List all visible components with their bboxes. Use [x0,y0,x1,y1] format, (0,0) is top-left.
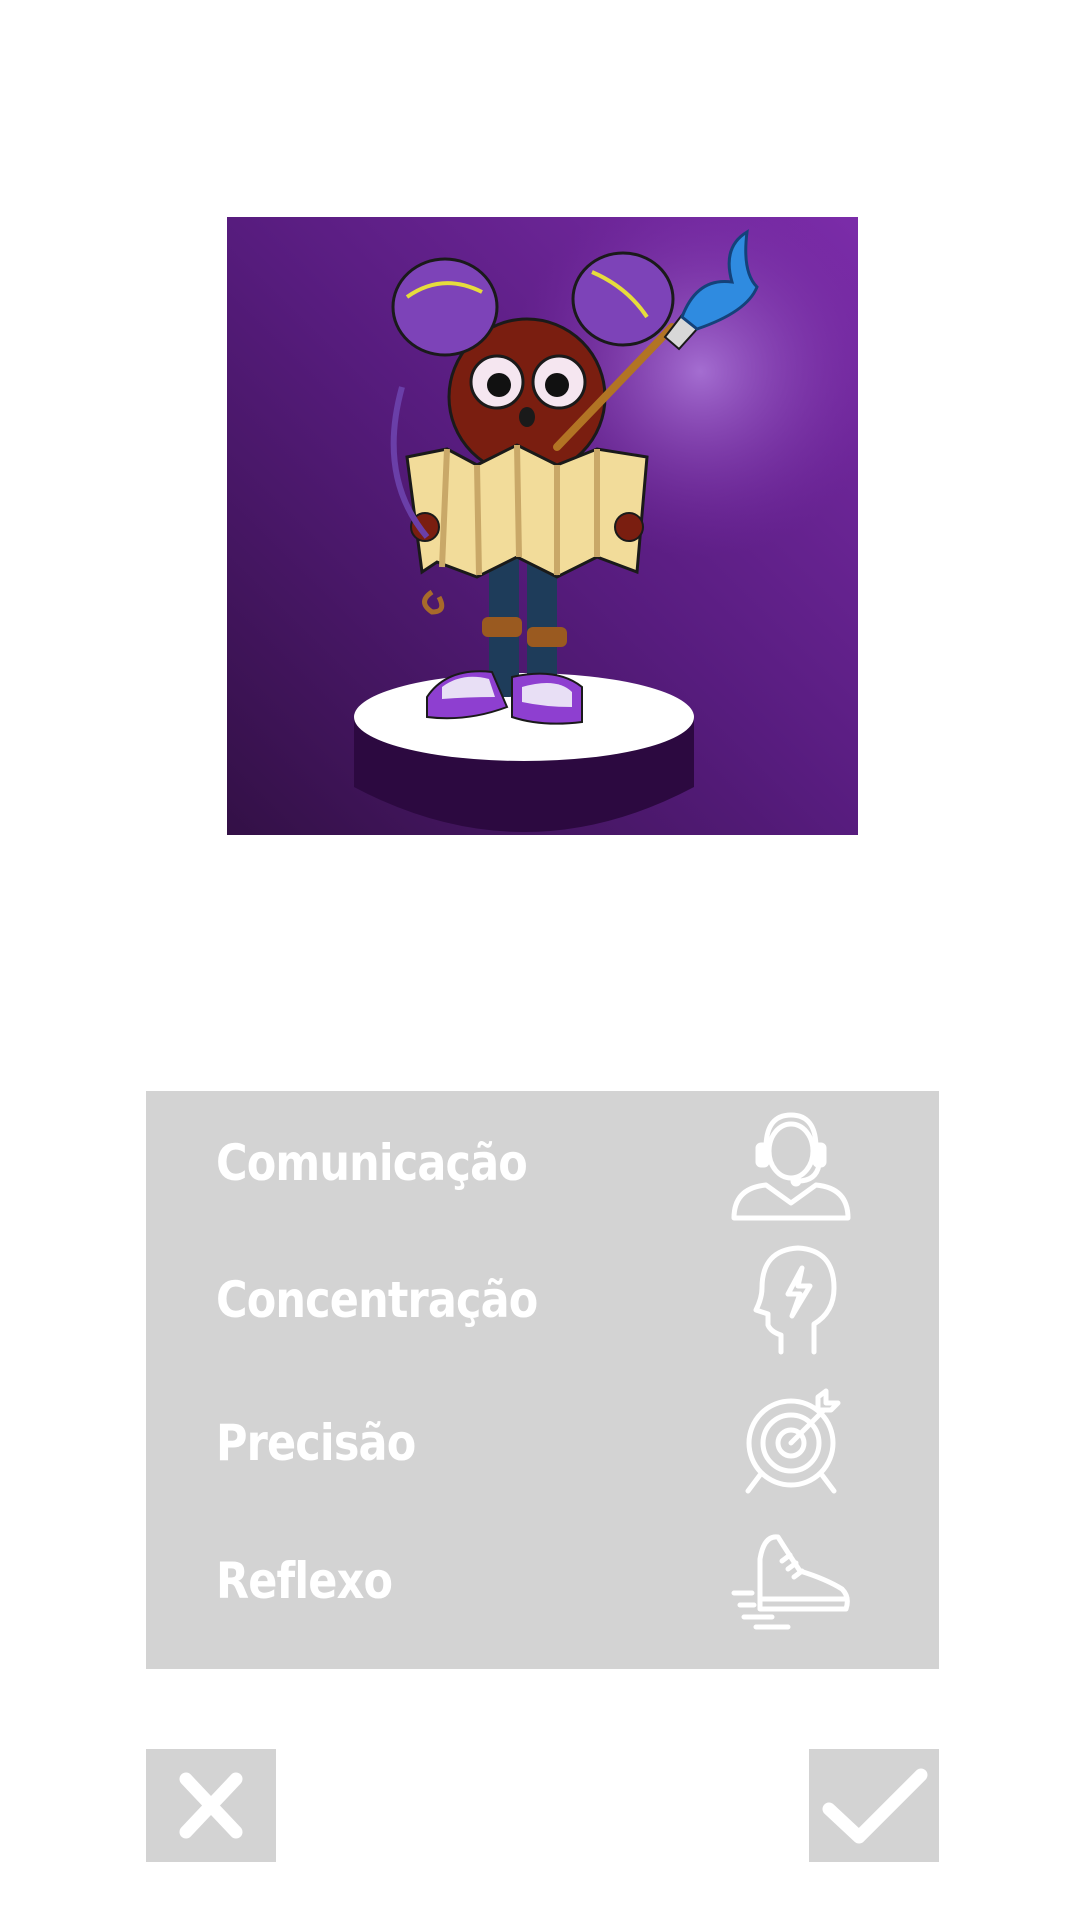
skill-label: Concentração [216,1271,538,1329]
character-select-screen: Comunicação Concentração Precisão Reflex… [0,0,1080,1920]
confirm-button[interactable] [809,1749,939,1862]
head-lightning-icon [726,1240,856,1360]
skill-label: Reflexo [216,1552,393,1610]
cancel-button[interactable] [146,1749,276,1862]
skill-label: Comunicação [216,1134,528,1192]
skill-row-precisao: Precisão [146,1383,939,1503]
headset-agent-icon [726,1103,856,1223]
character-portrait [227,217,858,835]
skill-row-comunicacao: Comunicação [146,1103,939,1223]
skill-label: Precisão [216,1414,416,1472]
close-icon [179,1772,243,1839]
target-arrow-icon [726,1383,856,1503]
running-shoe-icon [726,1521,856,1641]
skills-panel: Comunicação Concentração Precisão Reflex… [146,1091,939,1669]
skill-row-reflexo: Reflexo [146,1521,939,1641]
checkmark-icon [822,1768,928,1844]
skill-row-concentracao: Concentração [146,1240,939,1360]
